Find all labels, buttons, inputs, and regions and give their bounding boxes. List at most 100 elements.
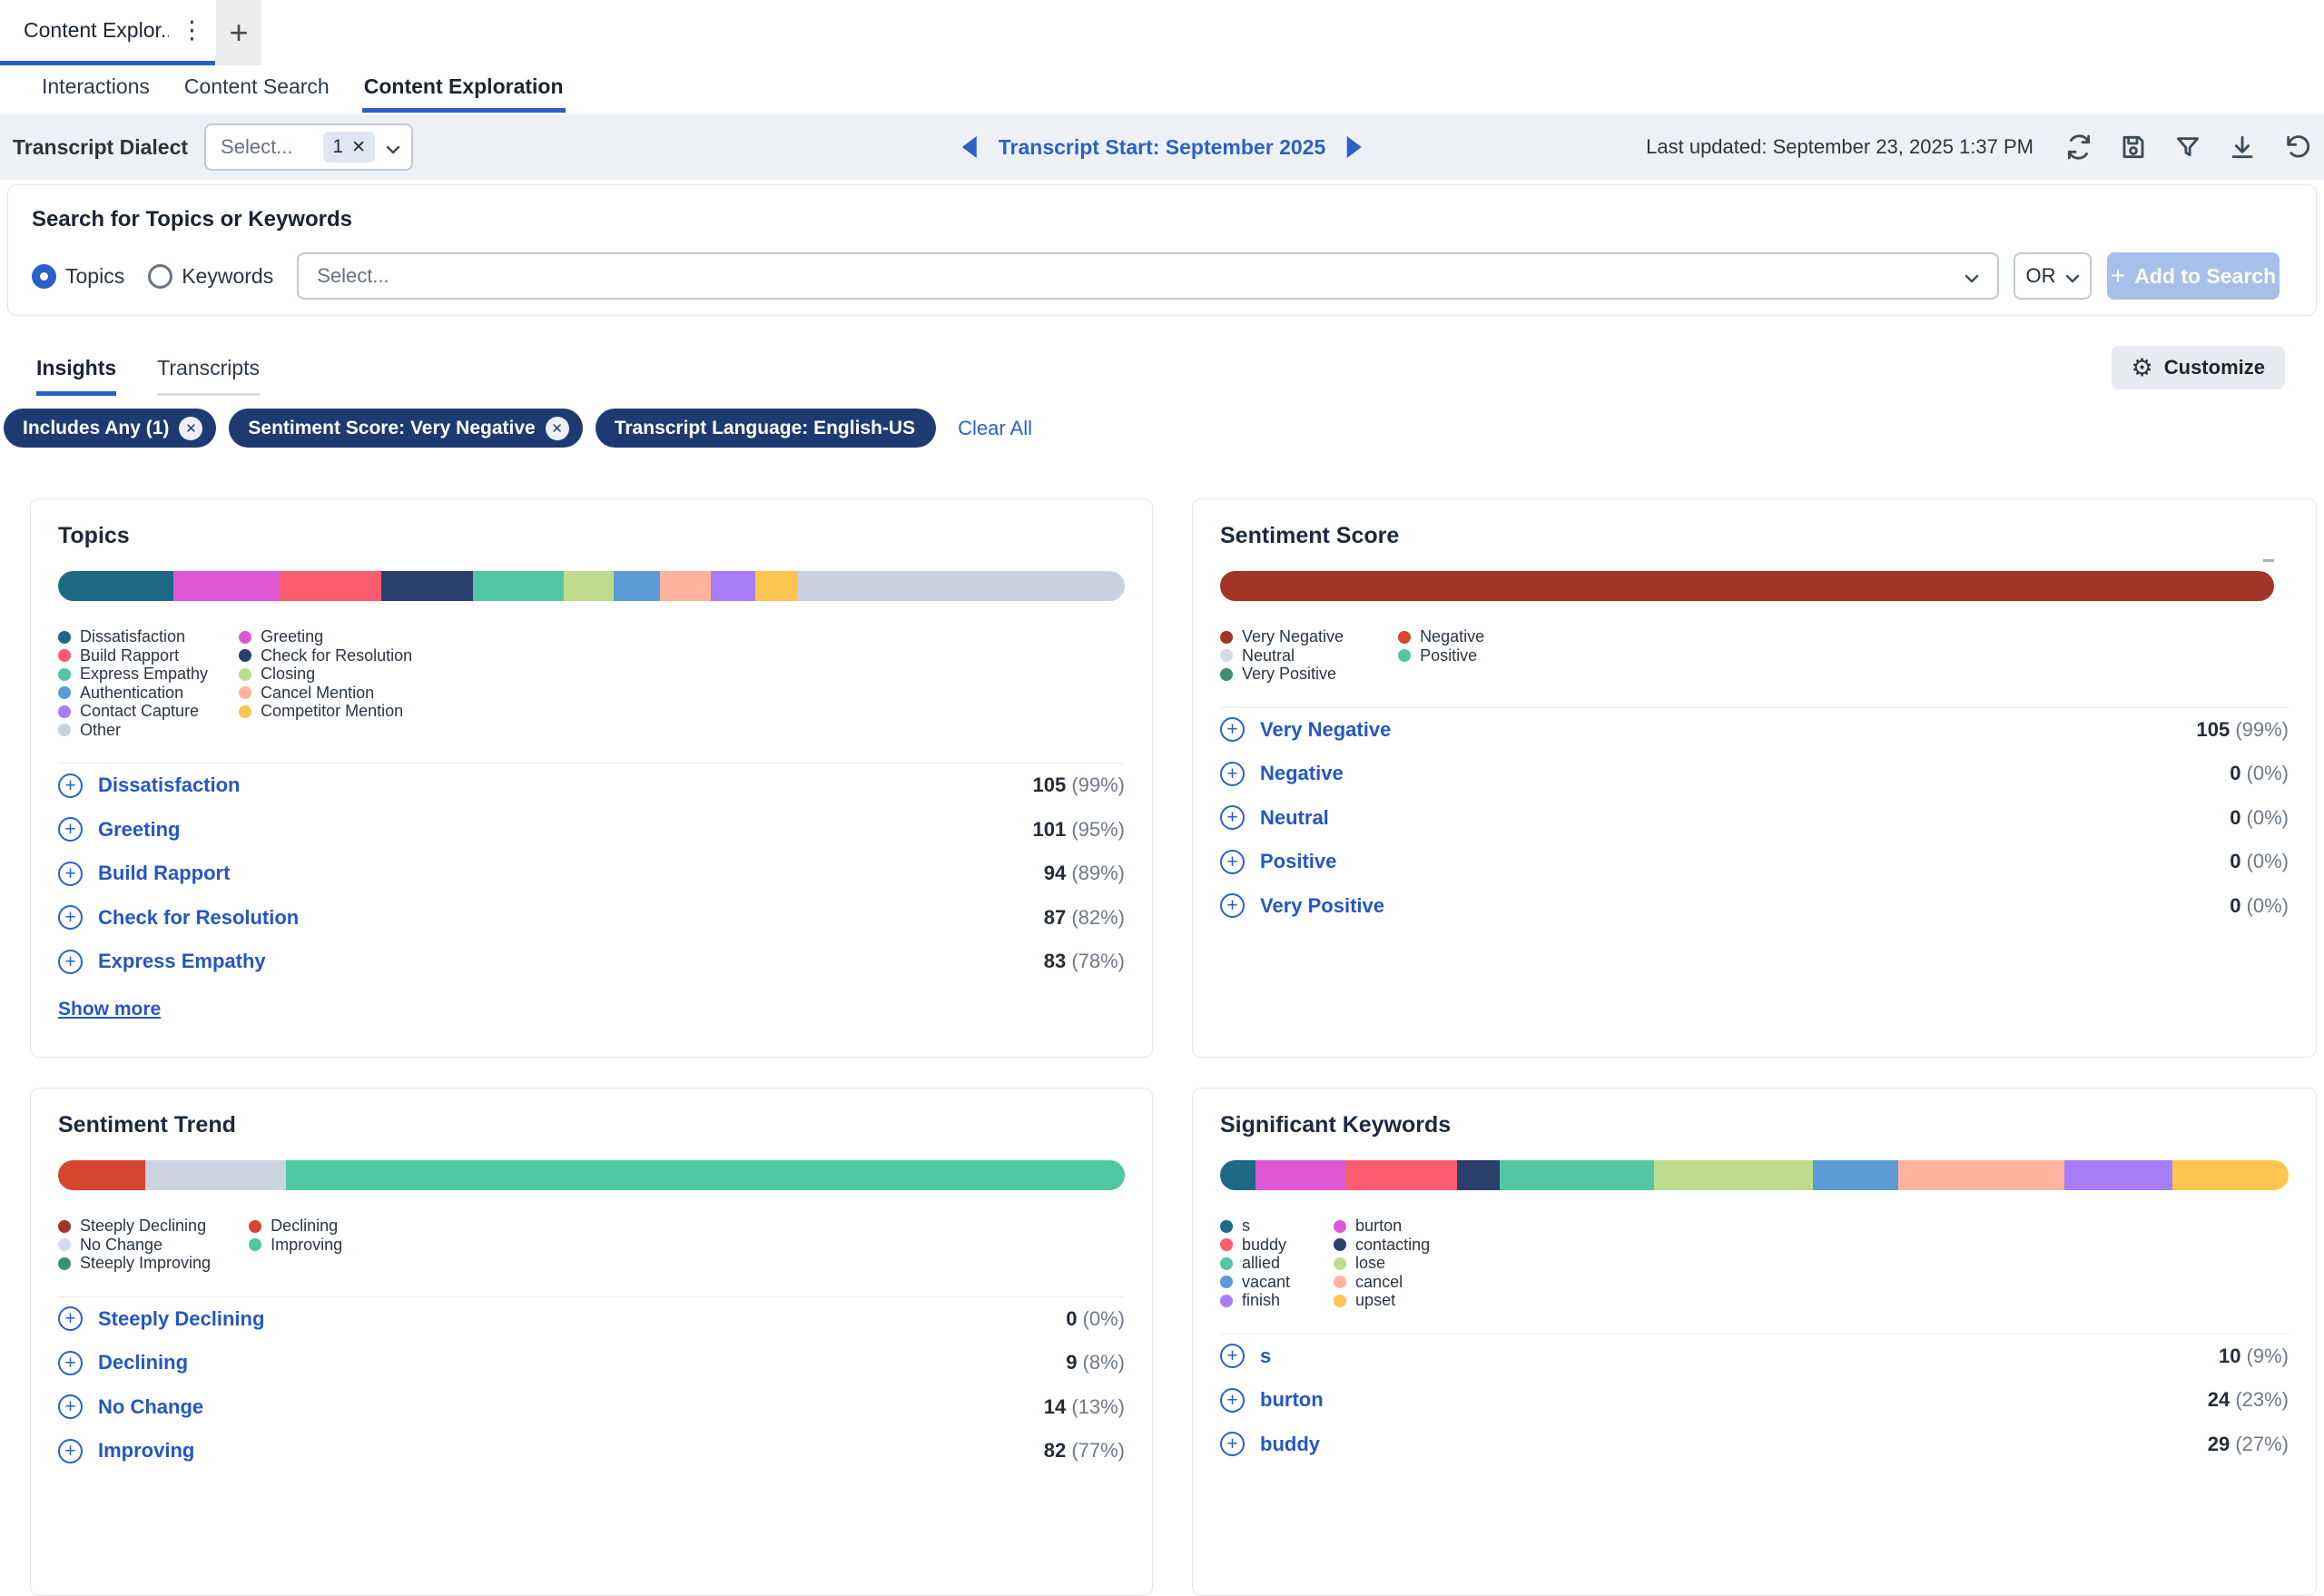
tab-interactions[interactable]: Interactions (40, 65, 152, 113)
legend-label: Negative (1420, 627, 1484, 646)
expand-plus-icon[interactable]: + (1220, 893, 1245, 918)
legend-item-no-change: No Change (58, 1236, 211, 1255)
expand-plus-icon[interactable]: + (1220, 1388, 1245, 1413)
last-updated-text: Last updated: September 23, 2025 1:37 PM (1646, 135, 2034, 159)
chevron-down-icon (2065, 271, 2080, 281)
metric-label[interactable]: Declining (98, 1351, 188, 1374)
expand-plus-icon[interactable]: + (1220, 1344, 1245, 1368)
next-period-icon[interactable] (1347, 136, 1362, 158)
legend-dot-icon (249, 1238, 261, 1251)
topics-keywords-select[interactable]: Select... (297, 252, 1999, 300)
legend-dot-icon (58, 668, 71, 681)
operator-select[interactable]: OR (2014, 252, 2092, 300)
download-icon[interactable] (2228, 133, 2257, 162)
new-tab-button[interactable]: + (216, 0, 261, 65)
metric-percent: (99%) (1066, 773, 1125, 796)
card-title: Topics (58, 523, 1125, 549)
previous-period-icon[interactable] (962, 136, 977, 158)
dialect-clear-icon[interactable]: ✕ (351, 137, 366, 158)
legend-item-express-empathy: Express Empathy (58, 665, 208, 684)
search-panel: Search for Topics or Keywords Topics Key… (7, 184, 2317, 316)
metric-count: 24 (2208, 1388, 2230, 1411)
expand-plus-icon[interactable]: + (1220, 717, 1245, 742)
metric-label[interactable]: Check for Resolution (98, 906, 299, 930)
customize-button[interactable]: ⚙ Customize (2112, 346, 2285, 389)
metric-count: 0 (2230, 762, 2240, 784)
tab-transcripts[interactable]: Transcripts (157, 356, 260, 396)
metric-label[interactable]: s (1260, 1345, 1271, 1368)
topics-radio-label: Topics (65, 264, 124, 289)
legend-item-burton: burton (1334, 1217, 1430, 1236)
metric-label[interactable]: Very Positive (1260, 894, 1384, 918)
metric-label[interactable]: Negative (1260, 762, 1344, 785)
add-to-search-button[interactable]: + Add to Search (2107, 252, 2280, 300)
sentiment-score-card: Sentiment ScoreVery NegativeNegativeNeut… (1192, 498, 2317, 1058)
bar-segment-build-rapport (280, 571, 381, 601)
keywords-radio[interactable] (148, 264, 172, 289)
metric-row-neutral: +Neutral0 (0%) (1220, 796, 2289, 841)
save-icon[interactable] (2119, 133, 2148, 162)
expand-plus-icon[interactable]: + (58, 1351, 83, 1375)
tab-content-search[interactable]: Content Search (182, 65, 331, 113)
legend-dot-icon (239, 686, 251, 699)
remove-filter-icon[interactable]: ✕ (546, 417, 569, 440)
metric-label[interactable]: Greeting (98, 818, 180, 842)
refresh-icon[interactable] (2064, 133, 2093, 162)
expand-plus-icon[interactable]: + (58, 1439, 83, 1463)
metric-label[interactable]: buddy (1260, 1433, 1320, 1456)
filter-icon[interactable] (2173, 133, 2202, 162)
expand-plus-icon[interactable]: + (58, 905, 83, 930)
legend-item-very-positive: Very Positive (1220, 665, 1344, 684)
topics-radio[interactable] (32, 264, 56, 289)
pill-transcript-language[interactable]: Transcript Language: English-US (596, 409, 936, 448)
metric-label[interactable]: burton (1260, 1388, 1324, 1412)
restore-icon[interactable] (2282, 133, 2311, 162)
search-panel-controls: Topics Keywords Select... OR + Add to Se… (32, 252, 2280, 300)
metric-label[interactable]: No Change (98, 1395, 203, 1419)
stacked-bar-track (1220, 1160, 2289, 1190)
metric-label[interactable]: Neutral (1260, 806, 1329, 830)
period-label[interactable]: Transcript Start: September 2025 (999, 135, 1325, 160)
show-more-link[interactable]: Show more (58, 999, 161, 1020)
metric-value: 10 (9%) (2219, 1345, 2289, 1368)
legend-label: upset (1355, 1291, 1395, 1310)
chart-legend: DissatisfactionGreetingBuild RapportChec… (58, 628, 412, 739)
expand-plus-icon[interactable]: + (58, 1306, 83, 1331)
kebab-menu-icon[interactable]: ⋮ (180, 18, 204, 43)
legend-label: Other (80, 721, 121, 740)
expand-plus-icon[interactable]: + (1220, 762, 1245, 786)
expand-plus-icon[interactable]: + (58, 950, 83, 974)
tab-content-exploration[interactable]: Content Exploration (362, 65, 566, 113)
metric-label[interactable]: Express Empathy (98, 950, 266, 973)
expand-plus-icon[interactable]: + (58, 817, 83, 842)
chevron-down-icon[interactable] (386, 143, 400, 152)
tab-insights[interactable]: Insights (36, 356, 116, 396)
metric-label[interactable]: Improving (98, 1439, 194, 1463)
browser-tab-title: Content Explor... (24, 18, 169, 43)
remove-filter-icon[interactable]: ✕ (179, 417, 202, 440)
expand-plus-icon[interactable]: + (58, 862, 83, 886)
expand-plus-icon[interactable]: + (1220, 805, 1245, 830)
metric-label[interactable]: Positive (1260, 850, 1336, 873)
expand-plus-icon[interactable]: + (58, 773, 83, 798)
metric-label[interactable]: Dissatisfaction (98, 773, 241, 797)
metric-label[interactable]: Steeply Declining (98, 1307, 264, 1331)
expand-plus-icon[interactable]: + (58, 1394, 83, 1419)
legend-dot-icon (1220, 1276, 1233, 1288)
browser-tab-content-exploration[interactable]: Content Explor... ⋮ (0, 0, 215, 65)
legend-item-vacant: vacant (1220, 1274, 1290, 1292)
metric-label[interactable]: Build Rapport (98, 862, 230, 885)
metric-label[interactable]: Very Negative (1260, 718, 1391, 742)
metric-count: 94 (1044, 862, 1066, 884)
bar-segment-express-empathy (473, 571, 564, 601)
pill-includes-any[interactable]: Includes Any (1) ✕ (4, 409, 216, 448)
legend-item-allied: allied (1220, 1255, 1290, 1273)
pill-label: Sentiment Score: Very Negative (248, 418, 535, 439)
bar-segment-cancel-mention (660, 571, 711, 601)
pill-sentiment-score[interactable]: Sentiment Score: Very Negative ✕ (229, 409, 582, 448)
transcript-dialect-select[interactable]: Select... 1 ✕ (204, 123, 413, 171)
metric-percent: (82%) (1066, 906, 1125, 929)
expand-plus-icon[interactable]: + (1220, 850, 1245, 874)
clear-all-link[interactable]: Clear All (958, 417, 1032, 440)
expand-plus-icon[interactable]: + (1220, 1432, 1245, 1456)
